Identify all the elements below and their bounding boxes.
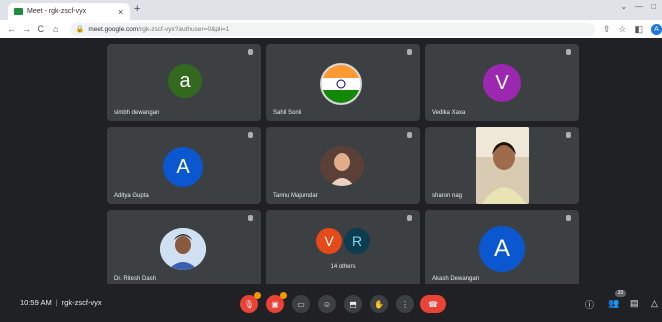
mic-off-icon — [566, 132, 571, 138]
hand-icon: ✋ — [374, 299, 384, 309]
meet-controls: 10:59 AM | rgk-zscf-vyx 🎙 ▣ ▭ ☺ ⬒ ✋ ⋮ ☎ ⓘ … — [0, 284, 662, 322]
mic-off-icon — [248, 215, 253, 221]
url-path: /rgk-zscf-vyx?authuser=0&pli=1 — [138, 25, 230, 33]
participant-video — [476, 127, 529, 204]
present-screen-icon: ⬒ — [349, 299, 357, 309]
participant-tile[interactable]: Sahil Sonii — [266, 44, 420, 121]
participant-tile[interactable]: Dr. Ritesh Dash — [107, 210, 261, 287]
mic-off-icon — [407, 215, 412, 221]
reload-icon[interactable]: C — [37, 24, 45, 34]
mic-off-icon — [248, 49, 253, 55]
participant-tile[interactable]: V Vedika Xaxa — [425, 44, 579, 121]
url-field[interactable]: 🔒 meet.google.com /rgk-zscf-vyx?authuser… — [69, 22, 595, 36]
profile-photo-avatar — [320, 146, 364, 186]
warning-badge — [280, 292, 287, 299]
avatar: R — [344, 228, 370, 254]
captions-button[interactable]: ▭ — [292, 295, 310, 313]
tab-search-icon[interactable]: ⌄ — [620, 2, 627, 11]
share-icon[interactable]: ⇪ — [603, 24, 611, 35]
warning-badge — [254, 292, 261, 299]
present-button[interactable]: ⬒ — [344, 295, 362, 313]
participant-count-badge: 20 — [615, 290, 626, 297]
back-icon[interactable]: ← — [7, 24, 16, 34]
participant-name: sharon nag — [432, 193, 463, 199]
more-options-button[interactable]: ⋮ — [396, 295, 414, 313]
people-icon[interactable]: 👥 — [608, 298, 619, 309]
participant-tile[interactable]: A Aditya Gupta — [107, 127, 261, 204]
india-flag-avatar — [320, 63, 362, 105]
reactions-button[interactable]: ☺ — [318, 295, 336, 313]
mic-off-icon: 🎙 — [243, 299, 255, 309]
participant-name: Dr. Ritesh Dash — [114, 276, 157, 282]
leave-call-button[interactable]: ☎ — [420, 295, 446, 313]
avatar: A — [163, 147, 203, 187]
maximize-button[interactable]: □ — [651, 2, 656, 11]
participant-name: simbh dewangan — [114, 110, 160, 116]
home-icon[interactable]: ⌂ — [52, 24, 60, 34]
activities-icon[interactable]: △ — [651, 298, 658, 309]
browser-tab[interactable]: Meet - rgk-zscf-vyx × — [8, 3, 130, 20]
participant-name: Vedika Xaxa — [432, 110, 466, 116]
mic-off-icon — [407, 49, 412, 55]
raise-hand-button[interactable]: ✋ — [370, 295, 388, 313]
avatar: a — [168, 64, 202, 98]
new-tab-button[interactable]: + — [134, 3, 140, 15]
camera-off-icon: ▣ — [271, 299, 279, 309]
meet-stage: a simbh dewangan Sahil Sonii V Vedika Xa… — [0, 38, 662, 322]
end-call-icon: ☎ — [428, 299, 438, 309]
captions-icon: ▭ — [297, 299, 305, 309]
meet-favicon-icon — [14, 8, 23, 15]
participant-tile[interactable]: sharon nag — [425, 127, 579, 204]
tab-title: Meet - rgk-zscf-vyx — [27, 8, 87, 15]
participant-name: Aditya Gupta — [114, 193, 149, 199]
avatar: V — [483, 64, 521, 102]
emoji-icon: ☺ — [322, 299, 332, 309]
mic-off-icon — [248, 132, 253, 138]
participant-name: Tannu Majumdar — [273, 193, 318, 199]
participant-tile[interactable]: A Akash Dewangan — [425, 210, 579, 287]
mic-off-icon — [407, 132, 412, 138]
participant-tile[interactable]: a simbh dewangan — [107, 44, 261, 121]
avatar: V — [316, 228, 342, 254]
profile-photo-avatar — [160, 228, 206, 270]
mic-off-icon — [566, 215, 571, 221]
address-bar: ← → C ⌂ 🔒 meet.google.com /rgk-zscf-vyx?… — [0, 20, 662, 39]
window-controls: ⌄ — □ — [620, 2, 656, 11]
lock-icon[interactable]: 🔒 — [76, 25, 85, 33]
more-vertical-icon: ⋮ — [401, 299, 409, 309]
participant-name: Akash Dewangan — [432, 276, 480, 282]
bookmark-star-icon[interactable]: ☆ — [618, 24, 626, 35]
others-count: 14 others — [330, 264, 356, 270]
others-tile[interactable]: V R 14 others — [266, 210, 420, 287]
forward-icon[interactable]: → — [22, 24, 31, 34]
browser-tabbar: Meet - rgk-zscf-vyx × + ⌄ — □ — [0, 0, 662, 20]
url-host: meet.google.com — [88, 25, 139, 33]
meeting-details: 10:59 AM | rgk-zscf-vyx — [20, 298, 102, 307]
participant-tile[interactable]: Tannu Majumdar — [266, 127, 420, 204]
mic-off-icon — [566, 49, 571, 55]
camera-toggle-button[interactable]: ▣ — [266, 292, 287, 313]
mic-toggle-button[interactable]: 🎙 — [240, 292, 261, 313]
chat-icon[interactable]: ▤ — [630, 298, 639, 309]
participant-name: Sahil Sonii — [273, 110, 302, 116]
meeting-code: rgk-zscf-vyx — [61, 298, 102, 307]
clock-time: 10:59 AM — [20, 298, 52, 307]
avatar: A — [479, 226, 525, 272]
tab-close-icon[interactable]: × — [118, 7, 130, 17]
minimize-button[interactable]: — — [635, 2, 643, 11]
profile-avatar[interactable]: A — [651, 23, 662, 35]
sidepanel-icon[interactable]: ◧ — [635, 24, 644, 35]
info-icon[interactable]: ⓘ — [585, 298, 594, 311]
